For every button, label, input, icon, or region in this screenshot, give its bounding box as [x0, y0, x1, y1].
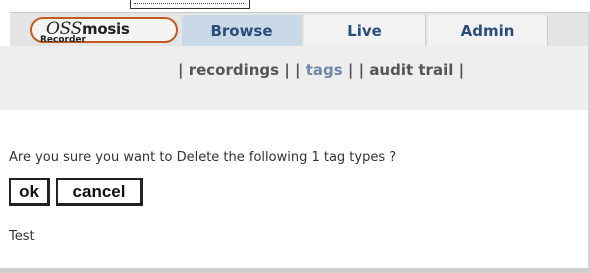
tab-admin[interactable]: Admin: [428, 15, 548, 47]
ok-button[interactable]: ok: [9, 178, 50, 206]
cancel-button[interactable]: cancel: [56, 178, 143, 206]
subnav-audit-trail-link[interactable]: audit trail: [369, 61, 453, 79]
header-bar: OSSmosis Recorder Browse Live Admin: [10, 12, 588, 47]
subnav-bar: | recordings | | tags | | audit trail |: [0, 46, 590, 110]
confirm-question: Are you sure you want to Delete the foll…: [9, 150, 397, 165]
ossmosis-logo[interactable]: OSSmosis Recorder: [30, 17, 178, 45]
subnav-recordings-link[interactable]: recordings: [189, 61, 279, 79]
top-dotted-box: [130, 0, 250, 9]
top-strip: [0, 0, 590, 12]
subnav-tags-link[interactable]: tags: [306, 61, 343, 79]
logo-subtext: Recorder: [40, 35, 86, 45]
tag-type-item: Test: [9, 229, 35, 244]
dotted-line: [134, 3, 244, 4]
logo-mosis-text: mosis: [82, 20, 130, 38]
subnav-links: | recordings | | tags | | audit trail |: [178, 61, 465, 79]
tab-live[interactable]: Live: [304, 15, 426, 47]
tab-browse[interactable]: Browse: [182, 15, 302, 47]
bottom-border: [0, 268, 590, 273]
content-area: Are you sure you want to Delete the foll…: [0, 110, 590, 268]
